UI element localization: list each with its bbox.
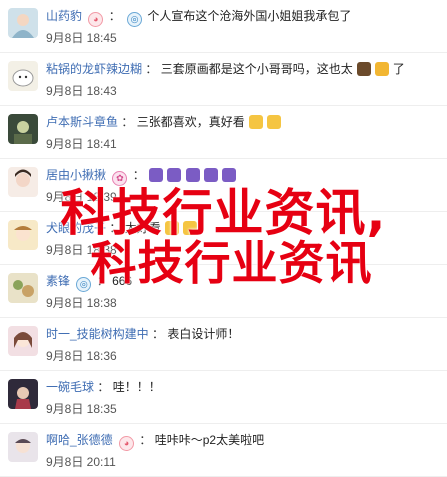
crying-emoji-icon	[267, 115, 282, 129]
avatar[interactable]	[8, 114, 38, 144]
beer-emoji-icon	[375, 62, 390, 76]
avatar[interactable]	[8, 8, 38, 38]
comment-item: 啊哈_张德德 ◕ ： 哇咔咔～p2太美啦吧 9月8日 20:11	[0, 424, 447, 477]
avatar[interactable]	[8, 379, 38, 409]
username-link[interactable]: 卢本斯斗章鱼	[46, 115, 118, 129]
watermark-text: 科技行业资讯,	[60, 184, 387, 242]
timestamp: 9月8日 18:38	[46, 296, 117, 310]
comment-text-tail: 了	[392, 62, 405, 76]
comment-text: 哇！！！	[112, 380, 161, 394]
timestamp: 9月8日 18:41	[46, 137, 117, 151]
comment-text: 三套原画都是这个小哥哥吗，这也太	[160, 62, 353, 76]
vip-badge-icon: ◕	[119, 436, 135, 451]
comment-text: 表白设计师！	[167, 327, 240, 341]
timestamp: 9月8日 18:43	[46, 84, 117, 98]
watermark-text: 科技行业资讯	[90, 236, 373, 290]
comment-item: 粘锅的龙虾辣边糊 ： 三套原画都是这个小哥哥吗，这也太 了 9月8日 18:43	[0, 53, 447, 106]
separator: ：	[139, 433, 152, 447]
username-link[interactable]: 粘锅的龙虾辣边糊	[46, 62, 142, 76]
comment-text: 哇咔咔～p2太美啦吧	[154, 433, 265, 447]
username-link[interactable]: 时一_技能树构建中	[46, 327, 149, 341]
username-link[interactable]: 山药豹	[46, 9, 82, 23]
separator: ：	[152, 327, 165, 341]
separator: ：	[121, 115, 134, 129]
timestamp: 9月8日 20:11	[46, 455, 116, 469]
comment-item: 一碗毛球 ： 哇！！！ 9月8日 18:35	[0, 371, 447, 424]
separator: ：	[108, 9, 121, 23]
crying-emoji-icon	[249, 115, 264, 129]
timestamp: 9月8日 18:45	[46, 31, 117, 45]
comment-text: 三张都喜欢，真好看	[136, 115, 245, 129]
avatar[interactable]	[8, 61, 38, 91]
username-link[interactable]: 啊哈_张德德	[46, 433, 113, 447]
username-link[interactable]: 一碗毛球	[46, 380, 94, 394]
comment-item: 山药豹 ◕ ： ◎ 个人宣布这个沧海外国小姐姐我承包了 9月8日 18:45	[0, 0, 447, 53]
comment-text: 个人宣布这个沧海外国小姐姐我承包了	[147, 9, 352, 23]
comment-item: 卢本斯斗章鱼 ： 三张都喜欢，真好看 9月8日 18:41	[0, 106, 447, 159]
avatar[interactable]	[8, 432, 38, 462]
level-badge-icon: ◎	[127, 12, 143, 27]
bear-emoji-icon	[357, 62, 372, 76]
separator: ：	[132, 168, 145, 182]
avatar[interactable]	[8, 326, 38, 356]
girl-emoji-icon	[204, 168, 219, 182]
comment-item: 时一_技能树构建中 ： 表白设计师！ 9月8日 18:36	[0, 318, 447, 371]
username-link[interactable]: 居由小揪揪	[46, 168, 106, 182]
vip-badge-icon: ◕	[88, 12, 104, 27]
girl-emoji-icon	[167, 168, 182, 182]
girl-emoji-icon	[185, 168, 200, 182]
timestamp: 9月8日 18:36	[46, 349, 117, 363]
girl-emoji-icon	[149, 168, 164, 182]
timestamp: 9月8日 18:35	[46, 402, 117, 416]
girl-emoji-icon	[222, 168, 237, 182]
separator: ：	[145, 62, 158, 76]
separator: ：	[97, 380, 110, 394]
